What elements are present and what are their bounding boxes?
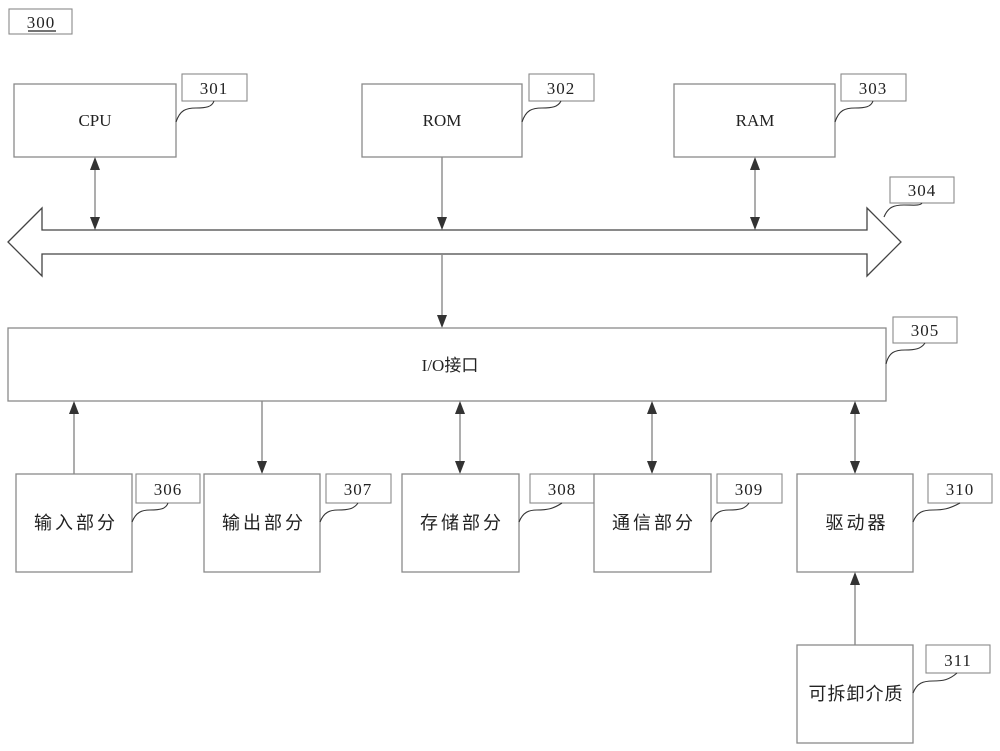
rom-bus-arrow: [437, 157, 447, 230]
storage-label: 存储部分: [420, 513, 504, 533]
arrowhead-up: [647, 401, 657, 414]
figure-id: 300: [8, 8, 73, 35]
driver-io-arrow: [850, 401, 860, 474]
block-diagram: 300 CPU 301 ROM 302 RAM 303 304 I/O接口 30…: [7, 8, 993, 744]
output-block: 输出部分 307: [203, 473, 392, 573]
storage-io-arrow: [455, 401, 465, 474]
driver-label: 驱动器: [826, 513, 889, 533]
storage-leader-line: [518, 502, 563, 523]
bus-leader-line: [883, 202, 923, 218]
comm-ref: 309: [735, 480, 764, 499]
system-bus: 304: [7, 176, 955, 278]
io-leader-line: [885, 342, 926, 365]
rom-label: ROM: [423, 111, 462, 130]
arrowhead-down: [750, 217, 760, 230]
input-label: 输入部分: [34, 513, 118, 533]
input-leader-line: [131, 502, 169, 523]
output-ref: 307: [344, 480, 373, 499]
ram-block: RAM 303: [673, 73, 907, 158]
arrowhead-up: [90, 157, 100, 170]
driver-leader-line: [912, 502, 961, 523]
rom-leader-line: [521, 100, 562, 123]
arrowhead-down: [437, 315, 447, 328]
driver-block: 驱动器 310: [796, 473, 993, 573]
cpu-label: CPU: [78, 111, 111, 130]
comm-leader-line: [710, 502, 750, 523]
output-leader-line: [319, 502, 359, 523]
arrowhead-up: [850, 401, 860, 414]
io-label: I/O接口: [422, 356, 479, 375]
cpu-block: CPU 301: [13, 73, 248, 158]
arrowhead-up: [455, 401, 465, 414]
ram-label: RAM: [736, 111, 775, 130]
comm-io-arrow: [647, 401, 657, 474]
ram-leader-line: [834, 100, 874, 123]
figure-id-text: 300: [27, 13, 56, 32]
arrowhead-down: [90, 217, 100, 230]
arrowhead-down: [850, 461, 860, 474]
media-label: 可拆卸介质: [809, 684, 904, 704]
arrowhead-down: [647, 461, 657, 474]
arrowhead-up: [850, 572, 860, 585]
bus-io-arrow: [437, 254, 447, 328]
comm-label: 通信部分: [612, 513, 696, 533]
output-label: 输出部分: [222, 513, 306, 533]
arrowhead-down: [437, 217, 447, 230]
io-ref: 305: [911, 321, 940, 340]
bus-double-arrow: [7, 206, 902, 278]
ram-bus-arrow: [750, 157, 760, 230]
cpu-ref: 301: [200, 79, 229, 98]
media-block: 可拆卸介质 311: [796, 644, 991, 744]
media-driver-arrow: [850, 572, 860, 645]
storage-ref: 308: [548, 480, 577, 499]
rom-block: ROM 302: [361, 73, 595, 158]
media-ref: 311: [944, 651, 972, 670]
storage-block: 存储部分 308: [401, 473, 595, 573]
driver-ref: 310: [946, 480, 975, 499]
arrowhead-up: [750, 157, 760, 170]
arrowhead-down: [455, 461, 465, 474]
arrowhead-down: [257, 461, 267, 474]
cpu-bus-arrow: [90, 157, 100, 230]
io-output-arrow: [257, 401, 267, 474]
io-interface-block: I/O接口 305: [7, 316, 958, 402]
input-io-arrow: [69, 401, 79, 474]
arrowhead-up: [69, 401, 79, 414]
input-ref: 306: [154, 480, 183, 499]
cpu-leader-line: [175, 100, 215, 123]
ram-ref: 303: [859, 79, 888, 98]
rom-ref: 302: [547, 79, 576, 98]
comm-block: 通信部分 309: [593, 473, 783, 573]
input-block: 输入部分 306: [15, 473, 201, 573]
bus-ref: 304: [908, 181, 937, 200]
media-leader-line: [912, 672, 958, 694]
